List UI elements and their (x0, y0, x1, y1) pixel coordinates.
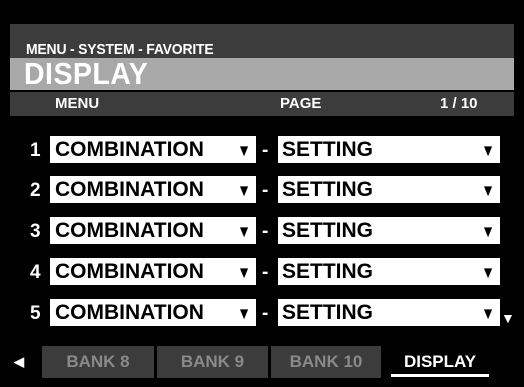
tab-bank-9[interactable]: BANK 9 (157, 346, 268, 378)
page-select-value: SETTING (282, 218, 374, 242)
page-select-3[interactable]: SETTING ▼ (278, 217, 500, 244)
row-number: 5 (30, 303, 41, 324)
page-title: DISPLAY (24, 56, 149, 91)
dropdown-arrow-icon: ▼ (481, 220, 495, 241)
dropdown-arrow-icon: ▼ (481, 139, 495, 160)
menu-select-3[interactable]: COMBINATION ▼ (50, 217, 256, 244)
menu-select-5[interactable]: COMBINATION ▼ (50, 299, 256, 326)
tab-bank-10[interactable]: BANK 10 (271, 346, 381, 378)
page-select-2[interactable]: SETTING ▼ (278, 176, 500, 203)
row-number: 4 (30, 262, 41, 283)
page-select-5[interactable]: SETTING ▼ (278, 299, 500, 326)
separator-dash: - (262, 140, 269, 161)
separator-dash: - (262, 221, 269, 242)
row-number: 3 (30, 221, 41, 242)
menu-select-value: COMBINATION (55, 259, 204, 283)
dropdown-arrow-icon: ▼ (481, 179, 495, 200)
dropdown-arrow-icon: ▼ (237, 179, 251, 200)
separator-dash: - (262, 262, 269, 283)
separator-dash: - (262, 303, 269, 324)
scroll-down-icon[interactable]: ▼ (501, 310, 515, 326)
dropdown-arrow-icon: ▼ (481, 261, 495, 282)
menu-select-value: COMBINATION (55, 218, 204, 242)
separator-dash: - (262, 180, 269, 201)
row-number: 2 (30, 180, 41, 201)
menu-select-4[interactable]: COMBINATION ▼ (50, 258, 256, 285)
column-header-page: PAGE (280, 95, 322, 112)
display-screen: MENU - SYSTEM - FAVORITE DISPLAY MENU PA… (10, 10, 515, 380)
page-select-value: SETTING (282, 177, 374, 201)
selected-tab-underline (391, 374, 489, 377)
dropdown-arrow-icon: ▼ (237, 139, 251, 160)
menu-select-value: COMBINATION (55, 137, 204, 161)
page-indicator: 1 / 10 (440, 95, 478, 112)
menu-select-2[interactable]: COMBINATION ▼ (50, 176, 256, 203)
dropdown-arrow-icon: ▼ (481, 302, 495, 323)
page-select-value: SETTING (282, 137, 374, 161)
menu-select-value: COMBINATION (55, 300, 204, 324)
left-arrow-icon[interactable]: ◀ (14, 354, 24, 370)
tab-bank-8[interactable]: BANK 8 (42, 346, 154, 378)
page-select-4[interactable]: SETTING ▼ (278, 258, 500, 285)
menu-select-1[interactable]: COMBINATION ▼ (50, 136, 256, 163)
page-select-value: SETTING (282, 300, 374, 324)
dropdown-arrow-icon: ▼ (237, 302, 251, 323)
column-header-menu: MENU (55, 95, 100, 112)
row-number: 1 (30, 140, 41, 161)
dropdown-arrow-icon: ▼ (237, 261, 251, 282)
dropdown-arrow-icon: ▼ (237, 220, 251, 241)
menu-select-value: COMBINATION (55, 177, 204, 201)
page-select-value: SETTING (282, 259, 374, 283)
page-select-1[interactable]: SETTING ▼ (278, 136, 500, 163)
